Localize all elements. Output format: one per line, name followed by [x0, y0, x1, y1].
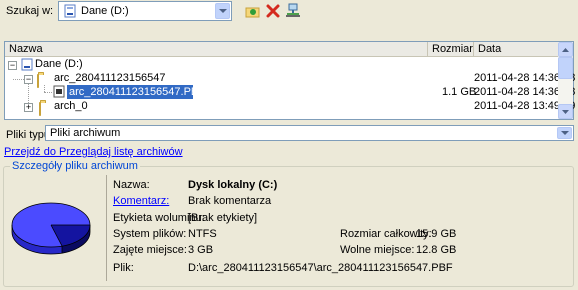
tree-item-folder[interactable]: arc_280411123156547: [54, 72, 166, 84]
collapse-icon[interactable]: −: [8, 61, 17, 70]
lookin-value: Dane (D:): [81, 5, 129, 17]
tree-item-drive[interactable]: Dane (D:): [35, 58, 83, 70]
archive-file-icon: [53, 85, 65, 98]
vertical-scrollbar[interactable]: [558, 42, 573, 119]
column-header-date[interactable]: Data: [474, 42, 560, 57]
details-title: Szczegóły pliku archiwum: [10, 160, 140, 172]
scroll-thumb[interactable]: [558, 57, 573, 79]
name-label: Nazwa:: [113, 179, 150, 191]
chevron-down-icon[interactable]: [557, 127, 572, 139]
total-size-value: 15.9 GB: [416, 228, 457, 240]
comment-link[interactable]: Komentarz:: [113, 195, 169, 207]
folder-icon: [39, 102, 41, 116]
tree-line: [13, 79, 24, 80]
network-icon[interactable]: [285, 3, 301, 19]
name-value: Dysk lokalny (C:): [188, 179, 278, 191]
tree-line: [28, 84, 29, 103]
free-space-label: Wolne miejsce:: [340, 244, 415, 256]
used-space-label: Zajęte miejsce:: [113, 244, 187, 256]
filesystem-value: NTFS: [188, 228, 217, 240]
tree-line: [44, 92, 52, 93]
lookin-label: Szukaj w:: [6, 5, 54, 17]
tree-item-folder[interactable]: arch_0: [54, 100, 88, 112]
expand-icon[interactable]: +: [24, 103, 33, 112]
delete-icon[interactable]: [265, 3, 281, 19]
filetype-value: Pliki archiwum: [50, 127, 121, 139]
file-label: Plik:: [113, 262, 134, 274]
drive-icon: [21, 58, 33, 71]
scroll-up-icon[interactable]: [558, 42, 573, 57]
file-list[interactable]: Nazwa Rozmiar Data − Dane (D:) − arc_280…: [4, 41, 575, 120]
column-header-name[interactable]: Nazwa: [5, 42, 428, 57]
divider: [106, 175, 107, 281]
folder-icon: [37, 74, 39, 88]
tree-line: [44, 85, 45, 92]
lookin-combo[interactable]: Dane (D:): [58, 1, 232, 21]
comment-value: Brak komentarza: [188, 195, 272, 207]
tree-item-file[interactable]: arc_280411123156547.PBF: [69, 86, 205, 98]
used-space-value: 3 GB: [188, 244, 214, 256]
filetype-combo[interactable]: Pliki archiwum: [45, 125, 574, 141]
drive-icon: [63, 4, 77, 18]
up-folder-icon[interactable]: [245, 3, 261, 19]
filesystem-label: System plików:: [113, 228, 187, 240]
column-header-size[interactable]: Rozmiar: [428, 42, 474, 57]
collapse-icon[interactable]: −: [24, 75, 33, 84]
browse-archives-link[interactable]: Przejdź do Przeglądaj listę archiwów: [4, 146, 183, 158]
chevron-down-icon[interactable]: [215, 3, 230, 19]
row-size: 1.1 GB: [442, 86, 477, 98]
disk-usage-pie: [11, 202, 91, 255]
volume-value: [Brak etykiety]: [188, 212, 258, 224]
free-space-value: 12.8 GB: [416, 244, 457, 256]
file-path-value: D:\arc_280411123156547\arc_2804111231565…: [188, 262, 453, 274]
scroll-down-icon[interactable]: [558, 104, 573, 119]
